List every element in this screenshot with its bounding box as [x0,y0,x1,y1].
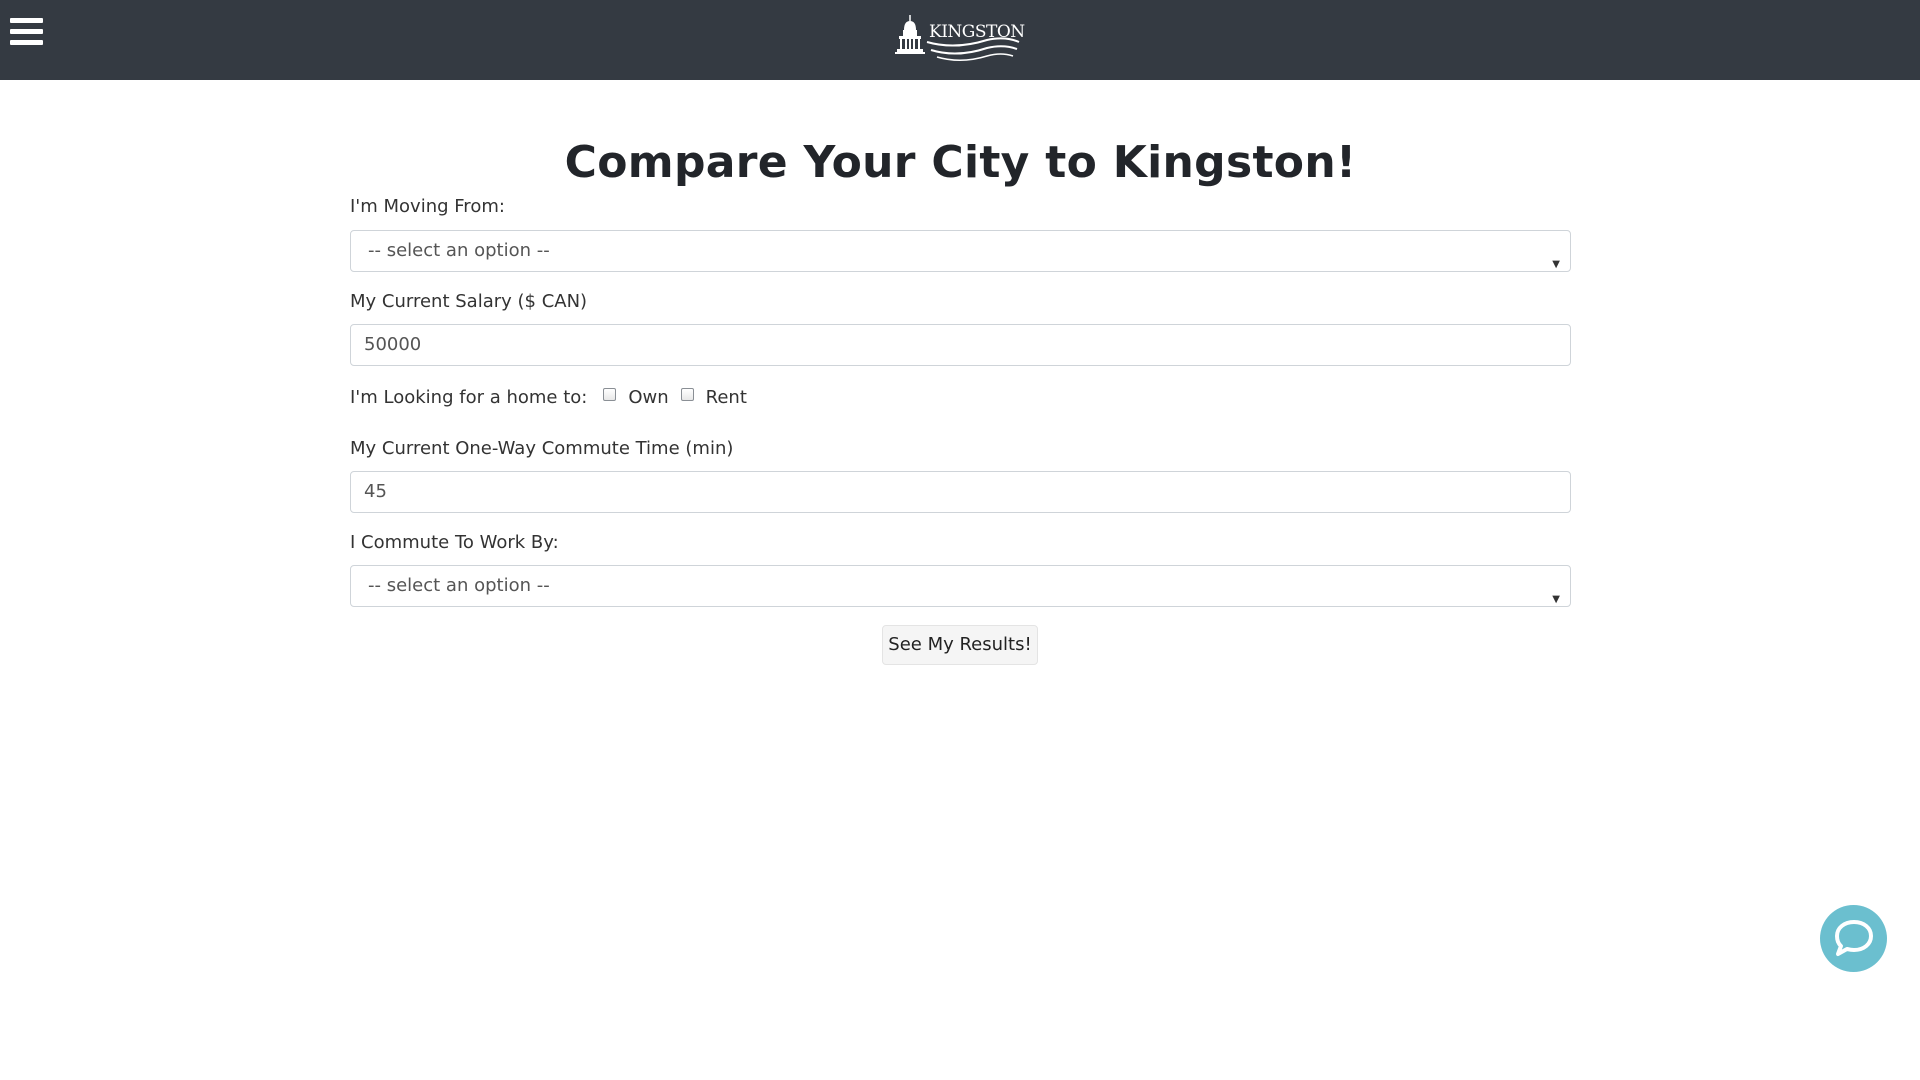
commute-time-label: My Current One-Way Commute Time (min) [350,438,734,459]
chat-launcher-button[interactable] [1820,905,1887,972]
hamburger-menu-icon[interactable] [10,18,43,50]
rent-checkbox[interactable] [680,387,694,401]
salary-group: My Current Salary ($ CAN) [350,289,587,315]
commute-time-input[interactable]: 45 [350,471,1571,513]
own-label[interactable]: Own [628,387,668,408]
moving-from-label: I'm Moving From: [350,196,505,217]
comparison-form: Compare Your City to Kingston! I'm Movin… [350,80,1571,665]
commute-mode-label: I Commute To Work By: [350,532,559,553]
home-type-label: I'm Looking for a home to: [350,386,588,408]
own-checkbox[interactable] [603,387,617,401]
commute-time-value: 45 [364,481,387,502]
logo-text: KINGSTON [929,22,1025,42]
commute-mode-select[interactable]: -- select an option -- ▼ [350,565,1571,607]
salary-input[interactable]: 50000 [350,324,1571,366]
top-navigation-bar: KINGSTON [0,0,1920,80]
moving-from-group: I'm Moving From: [350,194,505,220]
moving-from-selected: -- select an option -- [368,240,550,261]
salary-value: 50000 [364,334,422,355]
caret-down-icon: ▼ [1552,594,1560,605]
page-title: Compare Your City to Kingston! [564,137,1357,188]
moving-from-select[interactable]: -- select an option -- ▼ [350,230,1571,272]
chat-bubble-icon [1835,920,1873,956]
home-type-row: I'm Looking for a home to: Own Rent [350,383,747,411]
commute-mode-group: I Commute To Work By: [350,530,559,556]
salary-label: My Current Salary ($ CAN) [350,291,588,312]
caret-down-icon: ▼ [1552,259,1560,270]
commute-time-group: My Current One-Way Commute Time (min) [350,436,733,462]
rent-label[interactable]: Rent [706,387,747,408]
see-results-button[interactable]: See My Results! [882,625,1038,665]
commute-mode-selected: -- select an option -- [368,575,550,596]
kingston-logo[interactable]: KINGSTON [895,14,1025,66]
